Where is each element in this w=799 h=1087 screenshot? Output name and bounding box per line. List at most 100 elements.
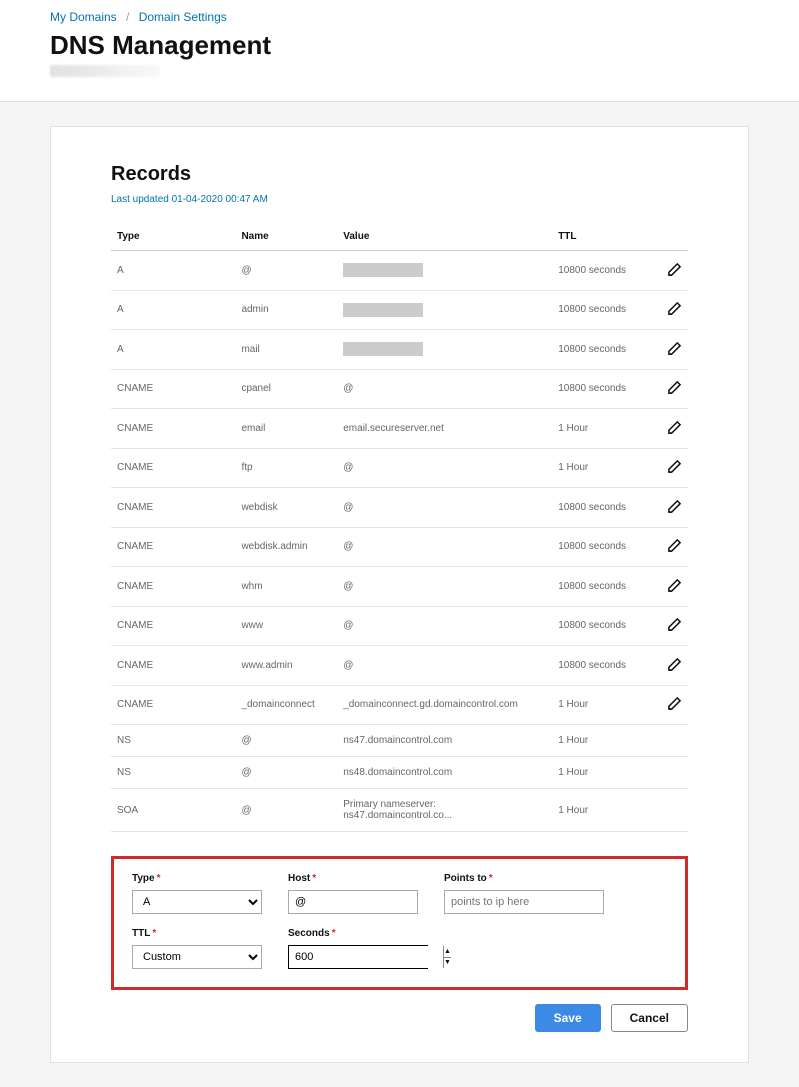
edit-icon[interactable] xyxy=(666,261,682,277)
cell-value xyxy=(337,330,552,370)
edit-icon[interactable] xyxy=(666,617,682,633)
cell-value: ns47.domaincontrol.com xyxy=(337,725,552,757)
last-updated: Last updated 01-04-2020 00:47 AM xyxy=(111,194,688,205)
col-value: Value xyxy=(337,223,552,251)
cell-value: _domainconnect.gd.domaincontrol.com xyxy=(337,685,552,725)
seconds-up-button[interactable]: ▲ xyxy=(444,946,451,958)
cell-value: @ xyxy=(337,606,552,646)
redacted-value xyxy=(343,263,423,277)
edit-icon[interactable] xyxy=(666,538,682,554)
table-row: Amail10800 seconds xyxy=(111,330,688,370)
table-row: CNAMEemailemail.secureserver.net1 Hour xyxy=(111,409,688,449)
cell-ttl: 1 Hour xyxy=(552,409,654,449)
cell-type: NS xyxy=(111,725,235,757)
cell-value: @ xyxy=(337,448,552,488)
cell-name: admin xyxy=(235,290,337,330)
cancel-button[interactable]: Cancel xyxy=(611,1004,688,1032)
cell-name: webdisk xyxy=(235,488,337,528)
host-label: Host* xyxy=(288,873,418,884)
col-edit xyxy=(654,223,688,251)
domain-name-redacted xyxy=(50,65,160,77)
ttl-label: TTL* xyxy=(132,928,262,939)
cell-ttl: 1 Hour xyxy=(552,685,654,725)
cell-edit xyxy=(654,789,688,832)
page-title: DNS Management xyxy=(50,30,749,61)
cell-value: @ xyxy=(337,567,552,607)
cell-name: _domainconnect xyxy=(235,685,337,725)
type-select[interactable]: A xyxy=(132,890,262,914)
points-to-input[interactable] xyxy=(444,890,604,914)
cell-name: ftp xyxy=(235,448,337,488)
edit-icon[interactable] xyxy=(666,696,682,712)
cell-type: NS xyxy=(111,757,235,789)
cell-value: @ xyxy=(337,646,552,686)
cell-type: A xyxy=(111,251,235,291)
cell-edit xyxy=(654,685,688,725)
cell-edit xyxy=(654,527,688,567)
table-row: CNAMEwww.admin@10800 seconds xyxy=(111,646,688,686)
edit-icon[interactable] xyxy=(666,577,682,593)
breadcrumb: My Domains / Domain Settings xyxy=(50,10,749,24)
cell-name: www xyxy=(235,606,337,646)
seconds-down-button[interactable]: ▼ xyxy=(444,958,451,969)
cell-ttl: 10800 seconds xyxy=(552,488,654,528)
cell-edit xyxy=(654,330,688,370)
cell-edit xyxy=(654,448,688,488)
cell-ttl: 10800 seconds xyxy=(552,251,654,291)
records-title: Records xyxy=(111,163,688,186)
cell-edit xyxy=(654,369,688,409)
cell-edit xyxy=(654,488,688,528)
cell-edit xyxy=(654,757,688,789)
cell-name: cpanel xyxy=(235,369,337,409)
cell-name: @ xyxy=(235,757,337,789)
edit-icon[interactable] xyxy=(666,301,682,317)
table-row: SOA@Primary nameserver: ns47.domaincontr… xyxy=(111,789,688,832)
col-ttl: TTL xyxy=(552,223,654,251)
cell-name: email xyxy=(235,409,337,449)
breadcrumb-my-domains[interactable]: My Domains xyxy=(50,10,117,24)
cell-edit xyxy=(654,646,688,686)
cell-value xyxy=(337,290,552,330)
cell-name: mail xyxy=(235,330,337,370)
records-card: Records Last updated 01-04-2020 00:47 AM… xyxy=(50,126,749,1063)
cell-edit xyxy=(654,251,688,291)
cell-ttl: 1 Hour xyxy=(552,448,654,488)
host-input[interactable] xyxy=(288,890,418,914)
cell-type: CNAME xyxy=(111,527,235,567)
table-row: CNAMEftp@1 Hour xyxy=(111,448,688,488)
seconds-stepper[interactable]: ▲ ▼ xyxy=(288,945,428,969)
cell-name: @ xyxy=(235,251,337,291)
edit-icon[interactable] xyxy=(666,459,682,475)
save-button[interactable]: Save xyxy=(535,1004,601,1032)
cell-type: CNAME xyxy=(111,606,235,646)
seconds-input[interactable] xyxy=(289,946,443,968)
cell-edit xyxy=(654,409,688,449)
table-row: CNAMEcpanel@10800 seconds xyxy=(111,369,688,409)
cell-value: email.secureserver.net xyxy=(337,409,552,449)
table-row: CNAMEwww@10800 seconds xyxy=(111,606,688,646)
edit-icon[interactable] xyxy=(666,380,682,396)
cell-name: @ xyxy=(235,789,337,832)
table-row: CNAMEwebdisk.admin@10800 seconds xyxy=(111,527,688,567)
cell-ttl: 10800 seconds xyxy=(552,527,654,567)
edit-icon[interactable] xyxy=(666,419,682,435)
cell-ttl: 10800 seconds xyxy=(552,290,654,330)
cell-ttl: 1 Hour xyxy=(552,725,654,757)
cell-name: www.admin xyxy=(235,646,337,686)
table-row: CNAMEwebdisk@10800 seconds xyxy=(111,488,688,528)
records-table: Type Name Value TTL A@10800 secondsAadmi… xyxy=(111,223,688,832)
form-actions: Save Cancel xyxy=(111,1004,688,1032)
edit-icon[interactable] xyxy=(666,656,682,672)
cell-value: @ xyxy=(337,369,552,409)
cell-ttl: 1 Hour xyxy=(552,757,654,789)
breadcrumb-domain-settings[interactable]: Domain Settings xyxy=(139,10,227,24)
cell-value: @ xyxy=(337,488,552,528)
cell-type: CNAME xyxy=(111,685,235,725)
cell-value: @ xyxy=(337,527,552,567)
cell-type: CNAME xyxy=(111,448,235,488)
edit-icon[interactable] xyxy=(666,340,682,356)
type-label: Type* xyxy=(132,873,262,884)
ttl-select[interactable]: Custom xyxy=(132,945,262,969)
table-row: NS@ns48.domaincontrol.com1 Hour xyxy=(111,757,688,789)
edit-icon[interactable] xyxy=(666,498,682,514)
